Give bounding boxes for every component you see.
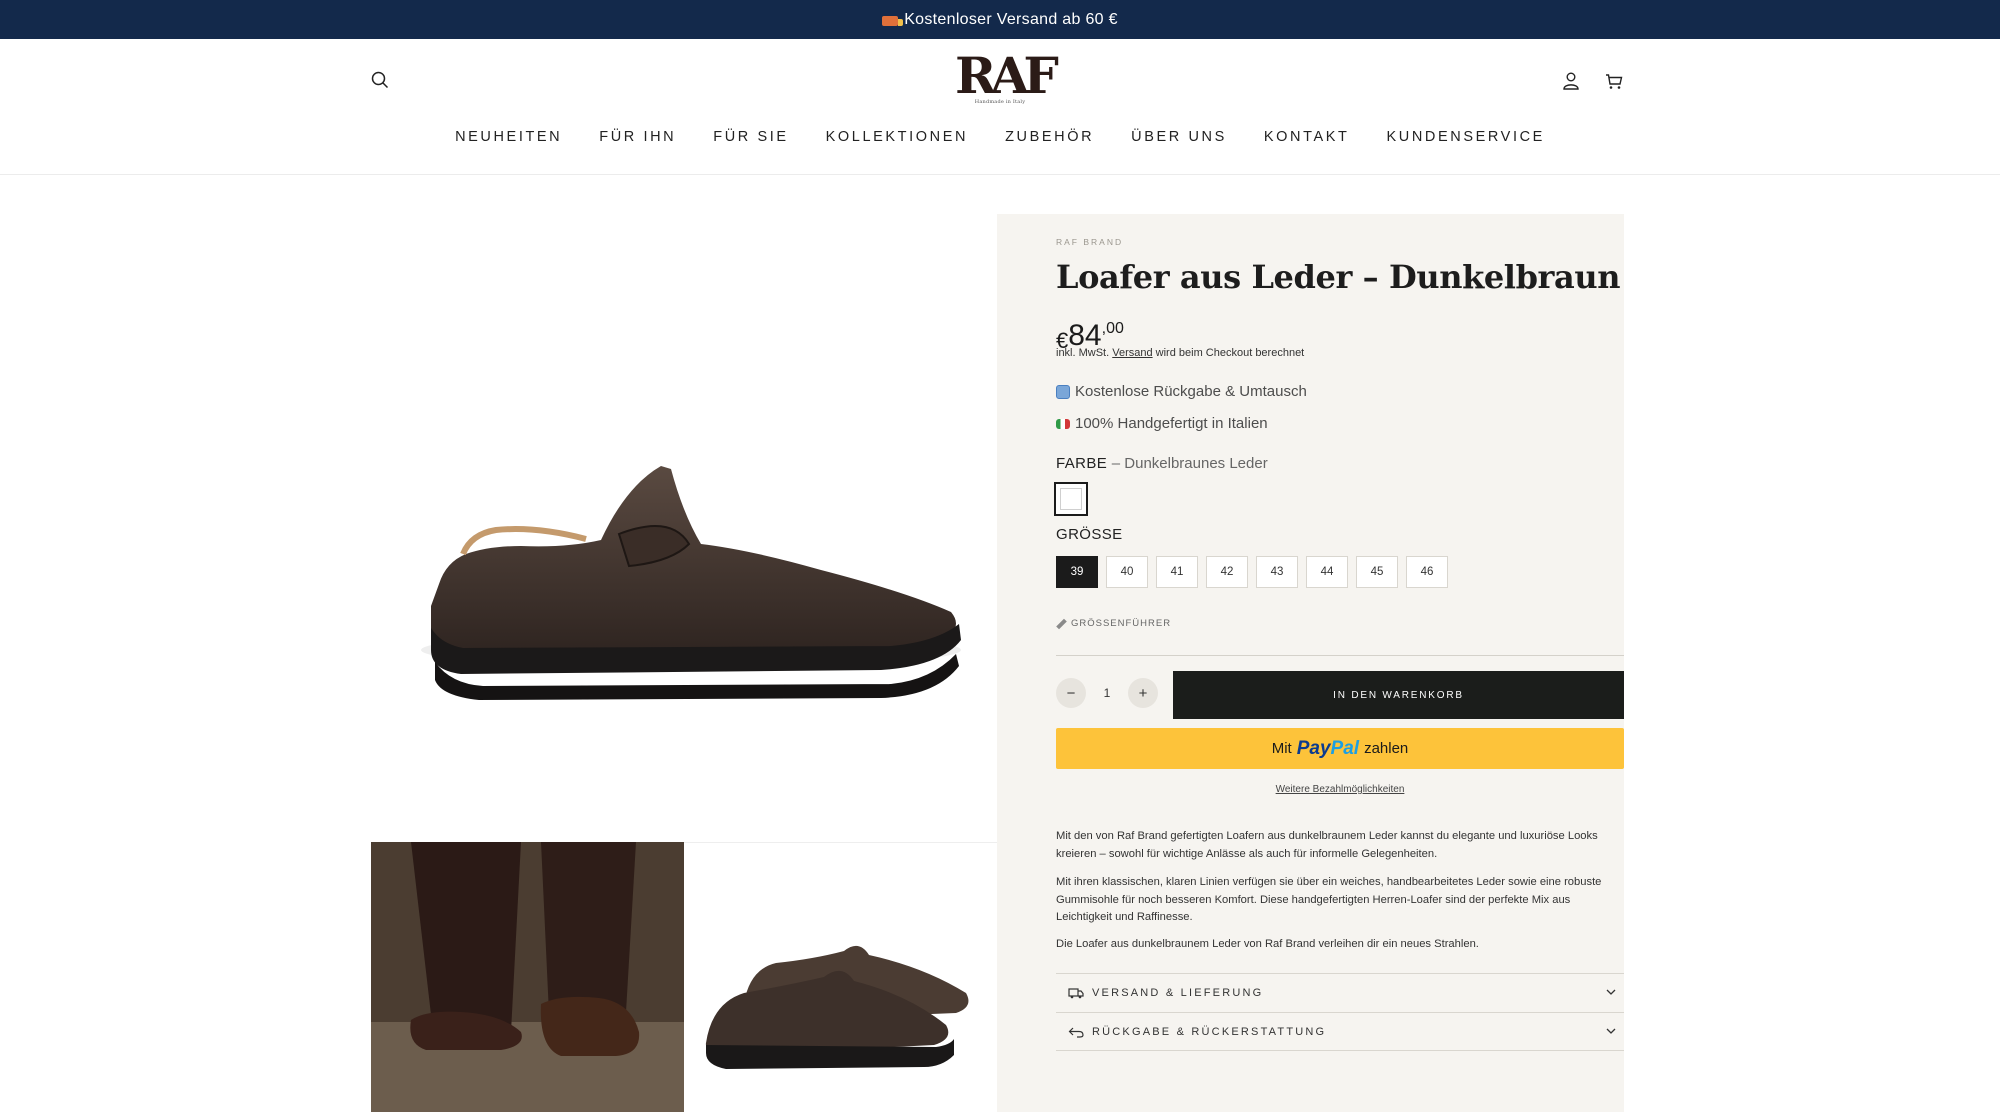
nav-item-zubehoer[interactable]: ZUBEHÖR	[1005, 129, 1094, 145]
product-info-panel: RAF BRAND Loafer aus Leder – Dunkelbraun…	[997, 214, 1624, 1112]
size-option-41[interactable]: 41	[1156, 556, 1198, 588]
description-paragraph: Mit ihren klassischen, klaren Linien ver…	[1056, 876, 1602, 923]
tax-note-suffix: wird beim Checkout berechnet	[1152, 347, 1305, 359]
quantity-stepper: − 1 +	[1056, 678, 1158, 708]
chevron-down-icon	[1606, 1028, 1616, 1034]
site-header: RAF Handmade in Italy NEUHEITEN FÜR IHN …	[0, 39, 2000, 175]
chevron-down-icon	[1606, 989, 1616, 995]
feature-text: Kostenlose Rückgabe & Umtausch	[1075, 383, 1307, 400]
accordion-label: RÜCKGABE & RÜCKERSTATTUNG	[1092, 1025, 1327, 1038]
add-to-cart-button[interactable]: IN DEN WARENKORB	[1173, 671, 1624, 719]
ruler-icon	[1056, 618, 1067, 629]
size-guide-link[interactable]: GRÖSSENFÜHRER	[1056, 618, 1171, 629]
nav-item-fuer-sie[interactable]: FÜR SIE	[713, 129, 788, 145]
paypal-logo-pay: Pay	[1296, 737, 1331, 759]
nav-item-kollektionen[interactable]: KOLLEKTIONEN	[826, 129, 968, 145]
nav-item-kundenservice[interactable]: KUNDENSERVICE	[1387, 129, 1545, 145]
color-label: FARBE	[1056, 455, 1108, 472]
product-title: Loafer aus Leder – Dunkelbraun	[1056, 258, 1621, 296]
main-nav: NEUHEITEN FÜR IHN FÜR SIE KOLLEKTIONEN Z…	[0, 129, 2000, 145]
quantity-value[interactable]: 1	[1086, 686, 1128, 700]
quantity-plus-button[interactable]: +	[1128, 678, 1158, 708]
description-paragraph: Mit den von Raf Brand gefertigten Loafer…	[1056, 830, 1598, 860]
price-cents: ,00	[1101, 320, 1124, 337]
description-paragraph: Die Loafer aus dunkelbraunem Leder von R…	[1056, 938, 1479, 950]
swatch-fill	[1060, 488, 1082, 510]
logo-mark: RAF	[955, 46, 1059, 105]
italy-flag-icon	[1056, 418, 1070, 429]
product-image-main[interactable]	[371, 214, 997, 842]
nav-item-neuheiten[interactable]: NEUHEITEN	[455, 129, 562, 145]
paypal-logo-pal: Pal	[1330, 737, 1360, 759]
paypal-suffix: zahlen	[1364, 740, 1409, 757]
accordion-label: VERSAND & LIEFERUNG	[1092, 987, 1264, 999]
product-thumbnail-pair[interactable]	[684, 842, 997, 1112]
size-guide-label: GRÖSSENFÜHRER	[1071, 618, 1172, 629]
divider	[1056, 655, 1624, 656]
feature-text: 100% Handgefertigt in Italien	[1075, 415, 1268, 432]
color-option-label: FARBE – Dunkelbraunes Leder	[1056, 455, 1268, 472]
account-icon[interactable]	[1557, 67, 1585, 95]
more-payment-options-link[interactable]: Weitere Bezahlmöglichkeiten	[1056, 784, 1624, 795]
logo[interactable]: RAF Handmade in Italy	[955, 46, 1059, 109]
size-option-39[interactable]: 39	[1056, 556, 1098, 588]
paypal-prefix: Mit	[1271, 740, 1292, 757]
product-thumbnail-worn[interactable]	[371, 842, 684, 1112]
nav-item-kontakt[interactable]: KONTAKT	[1264, 129, 1350, 145]
tax-note-prefix: inkl. MwSt.	[1056, 347, 1113, 359]
truck-icon	[882, 15, 904, 26]
nav-item-ueber-uns[interactable]: ÜBER UNS	[1131, 129, 1227, 145]
tax-note: inkl. MwSt. Versand wird beim Checkout b…	[1056, 347, 1304, 359]
size-option-40[interactable]: 40	[1106, 556, 1148, 588]
size-selector: 39 40 41 42 43 44 45 46	[1056, 556, 1448, 588]
size-option-label: GRÖSSE	[1056, 526, 1123, 543]
announcement-text: Kostenloser Versand ab 60 €	[904, 10, 1118, 28]
shipping-link[interactable]: Versand	[1112, 347, 1152, 359]
accordion-shipping[interactable]: VERSAND & LIEFERUNG	[1056, 973, 1624, 1012]
search-icon[interactable]	[366, 66, 394, 94]
product-vendor[interactable]: RAF BRAND	[1056, 237, 1123, 247]
return-icon	[1056, 384, 1070, 399]
color-swatch-dark-brown[interactable]	[1054, 482, 1088, 516]
announcement-bar: Kostenloser Versand ab 60 €	[0, 0, 2000, 39]
paypal-button[interactable]: Mit Pay Pal zahlen	[1056, 728, 1624, 769]
quantity-minus-button[interactable]: −	[1056, 678, 1086, 708]
truck-icon	[1068, 988, 1084, 999]
size-option-43[interactable]: 43	[1256, 556, 1298, 588]
size-option-46[interactable]: 46	[1406, 556, 1448, 588]
return-arrow-icon	[1068, 1027, 1084, 1038]
nav-item-fuer-ihn[interactable]: FÜR IHN	[599, 129, 676, 145]
color-value: – Dunkelbraunes Leder	[1111, 455, 1268, 472]
cart-icon[interactable]	[1600, 67, 1628, 95]
size-option-44[interactable]: 44	[1306, 556, 1348, 588]
feature-handmade: 100% Handgefertigt in Italien	[1056, 415, 1268, 432]
accordion-returns[interactable]: RÜCKGABE & RÜCKERSTATTUNG	[1056, 1012, 1624, 1051]
size-option-42[interactable]: 42	[1206, 556, 1248, 588]
feature-free-returns: Kostenlose Rückgabe & Umtausch	[1056, 383, 1307, 400]
size-option-45[interactable]: 45	[1356, 556, 1398, 588]
